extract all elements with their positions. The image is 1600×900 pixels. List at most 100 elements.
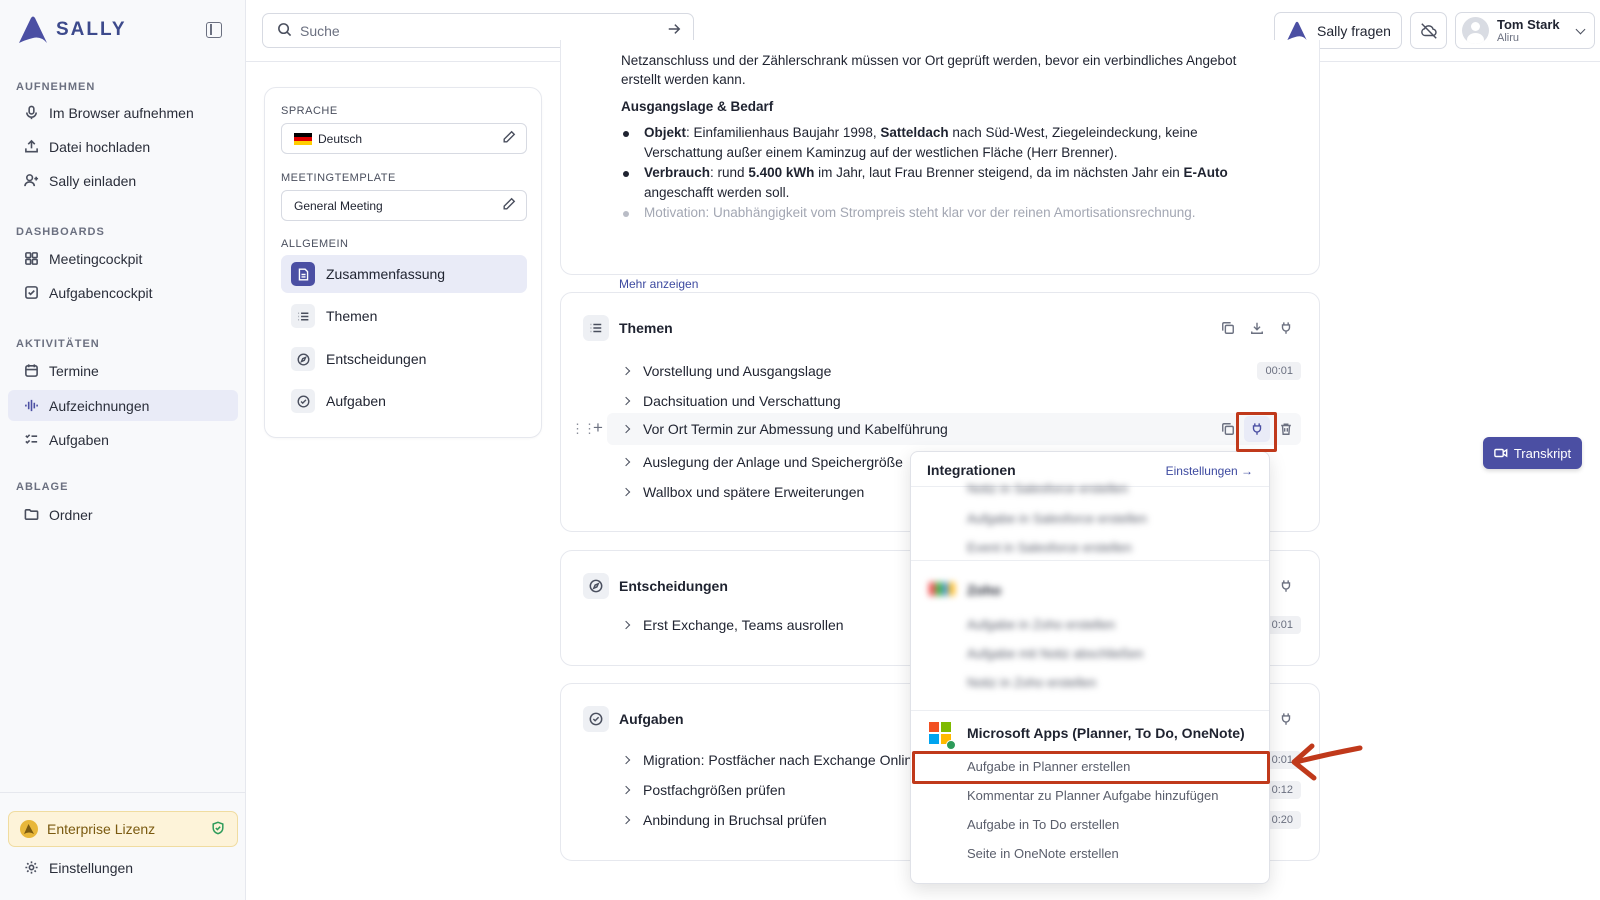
- search-placeholder: Suche: [300, 22, 340, 39]
- sidebar-item-label: Sally einladen: [49, 172, 137, 189]
- sidebar-item-termine[interactable]: Termine: [8, 355, 238, 386]
- check-circle-icon: [583, 706, 609, 732]
- section-dashboards: DASHBOARDS: [16, 226, 105, 238]
- plug-icon[interactable]: [1279, 712, 1293, 731]
- user-name: Tom Stark: [1497, 16, 1560, 32]
- summary-line: erstellt werden kann.: [621, 72, 746, 87]
- video-icon: [1494, 448, 1508, 458]
- topic-row[interactable]: Vor Ort Termin zur Abmessung und Kabelfü…: [621, 416, 1301, 442]
- compass-icon: [583, 573, 609, 599]
- panel-nav-aufgaben[interactable]: Aufgaben: [281, 382, 527, 420]
- bullet-text: im Jahr, laut Frau Brenner steigend, da …: [814, 165, 1184, 180]
- sidebar-item-upload[interactable]: Datei hochladen: [8, 131, 238, 162]
- panel-nav-zusammenfassung[interactable]: Zusammenfassung: [281, 255, 527, 293]
- bullet: [623, 211, 629, 217]
- integration-option-blurred[interactable]: Aufgabe in Zoho erstellen: [967, 617, 1115, 632]
- upload-icon: [24, 139, 39, 154]
- sidebar-item-label: Einstellungen: [49, 859, 134, 876]
- integrations-settings-link[interactable]: Einstellungen →: [1166, 464, 1253, 478]
- timestamp-badge[interactable]: 00:01: [1257, 362, 1301, 380]
- summary-text: erstellt werden kann.: [621, 70, 746, 90]
- chevron-right-icon[interactable]: [621, 620, 631, 630]
- pencil-icon[interactable]: [502, 130, 516, 147]
- integration-option-todo-task[interactable]: Aufgabe in To Do erstellen: [967, 817, 1119, 832]
- logo[interactable]: SALLY: [16, 14, 127, 46]
- sidebar-item-browser-record[interactable]: Im Browser aufnehmen: [8, 97, 238, 128]
- bullet-key: Objekt: [644, 125, 687, 140]
- integration-option-blurred[interactable]: Aufgabe in Salesforce erstellen: [967, 511, 1147, 526]
- panel-nav-label: Aufgaben: [326, 393, 386, 409]
- drag-handle-icon[interactable]: ⋮⋮: [571, 421, 596, 437]
- section-aktivitaeten: AKTIVITÄTEN: [16, 338, 100, 350]
- plug-icon[interactable]: [1279, 579, 1293, 598]
- camera-off-button[interactable]: [1410, 12, 1447, 49]
- chevron-right-icon[interactable]: [621, 457, 631, 467]
- chevron-right-icon[interactable]: [621, 366, 631, 376]
- topic-row[interactable]: Vorstellung und Ausgangslage 00:01: [621, 358, 1301, 384]
- sidebar-item-aufgaben[interactable]: Aufgaben: [8, 424, 238, 455]
- copy-icon[interactable]: [1221, 422, 1235, 441]
- german-flag-icon: [294, 132, 312, 145]
- language-label: SPRACHE: [281, 105, 338, 117]
- integration-option-blurred[interactable]: Notiz in Zoho erstellen: [967, 675, 1096, 690]
- sidebar-item-label: Ordner: [49, 506, 93, 523]
- template-label: MEETINGTEMPLATE: [281, 172, 396, 184]
- bullet-bold: Satteldach: [880, 125, 949, 140]
- summary-bullet-verbrauch: Verbrauch: rund 5.400 kWh im Jahr, laut …: [644, 163, 1228, 183]
- list-icon: [291, 304, 315, 328]
- transkript-button[interactable]: Transkript: [1483, 437, 1582, 469]
- sidebar-item-invite[interactable]: Sally einladen: [8, 165, 238, 196]
- chevron-right-icon[interactable]: [621, 815, 631, 825]
- user-org: Aliru: [1497, 31, 1520, 44]
- calendar-icon: [24, 363, 39, 378]
- integration-option-blurred[interactable]: Aufgabe mit Notiz abschließen: [967, 646, 1143, 661]
- highlight-box-plug: [1236, 412, 1277, 452]
- arrow-right-icon[interactable]: [667, 22, 681, 39]
- integration-option-blurred[interactable]: Event in Salesforce erstellen: [967, 540, 1132, 555]
- sidebar-item-einstellungen[interactable]: Einstellungen: [8, 852, 238, 883]
- sidebar-item-meetingcockpit[interactable]: Meetingcockpit: [8, 243, 238, 274]
- sidebar-item-ordner[interactable]: Ordner: [8, 499, 238, 530]
- integrations-dropdown: Integrationen Einstellungen → Notiz in S…: [910, 451, 1270, 884]
- trash-icon[interactable]: [1279, 422, 1293, 441]
- summary-card: Netzanschluss und der Zählerschrank müss…: [560, 40, 1320, 291]
- sidebar-item-label: Aufzeichnungen: [49, 397, 150, 414]
- integration-option-planner-comment[interactable]: Kommentar zu Planner Aufgabe hinzufügen: [967, 788, 1219, 803]
- download-icon[interactable]: [1250, 321, 1264, 340]
- topic-label: Dachsituation und Verschattung: [643, 393, 841, 409]
- license-badge[interactable]: Enterprise Lizenz: [8, 811, 238, 847]
- topic-row[interactable]: Dachsituation und Verschattung: [621, 388, 1301, 414]
- plug-icon[interactable]: [1279, 321, 1293, 340]
- template-select[interactable]: General Meeting: [281, 190, 527, 221]
- document-icon: [291, 262, 315, 286]
- chevron-right-icon[interactable]: [621, 785, 631, 795]
- chevron-right-icon[interactable]: [621, 487, 631, 497]
- sally-coin-icon: [20, 820, 38, 838]
- chevron-right-icon[interactable]: [621, 396, 631, 406]
- bullet-text: : Einfamilienhaus Baujahr 1998,: [686, 125, 881, 140]
- copy-icon[interactable]: [1221, 321, 1235, 340]
- chevron-right-icon[interactable]: [621, 755, 631, 765]
- summary-text: Netzanschluss und der Zählerschrank müss…: [621, 51, 1236, 71]
- integration-option-onenote-page[interactable]: Seite in OneNote erstellen: [967, 846, 1119, 861]
- sidebar-item-aufgabencockpit[interactable]: Aufgabencockpit: [8, 277, 238, 308]
- gear-icon: [24, 860, 39, 875]
- panel-nav-themen[interactable]: Themen: [281, 297, 527, 335]
- show-more-link[interactable]: Mehr anzeigen: [619, 277, 698, 291]
- panel-nav-entscheidungen[interactable]: Entscheidungen: [281, 340, 527, 378]
- language-select[interactable]: Deutsch: [281, 123, 527, 154]
- sidebar-item-aufzeichnungen[interactable]: Aufzeichnungen: [8, 390, 238, 421]
- sidebar-item-label: Aufgabencockpit: [49, 284, 153, 301]
- user-menu[interactable]: Tom Stark Aliru: [1455, 12, 1595, 49]
- sidebar-collapse-icon[interactable]: [206, 22, 222, 38]
- topic-label: Vor Ort Termin zur Abmessung und Kabelfü…: [643, 421, 948, 437]
- pencil-icon[interactable]: [502, 197, 516, 214]
- topic-label: Auslegung der Anlage und Speichergröße: [643, 454, 903, 470]
- panel-nav-label: Entscheidungen: [326, 351, 427, 367]
- plus-icon[interactable]: +: [593, 418, 603, 438]
- check-circle-icon: [291, 389, 315, 413]
- chevron-right-icon[interactable]: [621, 424, 631, 434]
- integration-option-blurred[interactable]: Notiz in Salesforce erstellen: [967, 481, 1128, 496]
- themen-title: Themen: [619, 320, 673, 336]
- decision-label: Erst Exchange, Teams ausrollen: [643, 617, 844, 633]
